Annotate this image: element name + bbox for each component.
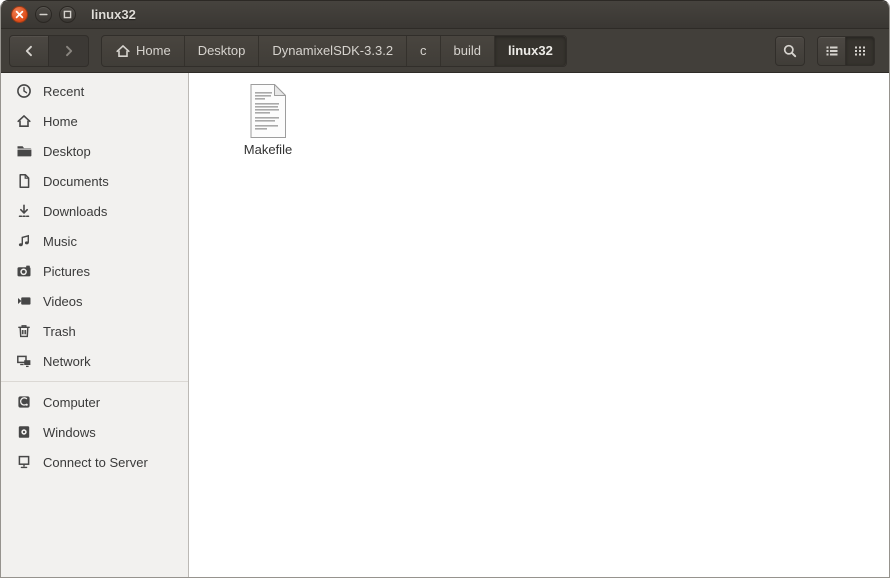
- sidebar-item-network[interactable]: Network: [1, 346, 188, 376]
- sidebar: Recent Home Desktop Documents Downloads Music…: [1, 73, 189, 577]
- window-title: linux32: [91, 7, 136, 22]
- sidebar-item-label: Documents: [43, 174, 109, 189]
- close-button[interactable]: [11, 6, 28, 23]
- trash-icon: [15, 323, 32, 339]
- breadcrumb-item-dynamixelsdk-3.3.2[interactable]: DynamixelSDK-3.3.2: [258, 36, 406, 66]
- sidebar-item-label: Recent: [43, 84, 84, 99]
- sidebar-item-label: Computer: [43, 395, 100, 410]
- home-icon: [115, 43, 131, 59]
- breadcrumb-label: linux32: [508, 43, 553, 58]
- file-label: Makefile: [244, 142, 292, 157]
- sidebar-item-videos[interactable]: Videos: [1, 286, 188, 316]
- breadcrumb-label: Home: [136, 43, 171, 58]
- breadcrumb-item-build[interactable]: build: [440, 36, 494, 66]
- clock-icon: [15, 83, 32, 99]
- sidebar-item-computer[interactable]: Computer: [1, 387, 188, 417]
- camera-icon: [15, 263, 32, 279]
- sidebar-item-pictures[interactable]: Pictures: [1, 256, 188, 286]
- sidebar-separator: [1, 381, 188, 382]
- list-view-icon: [824, 43, 840, 59]
- disk-icon: [15, 424, 32, 440]
- sidebar-item-windows[interactable]: Windows: [1, 417, 188, 447]
- search-icon: [782, 43, 798, 59]
- breadcrumb-item-desktop[interactable]: Desktop: [184, 36, 259, 66]
- breadcrumb-label: build: [454, 43, 481, 58]
- breadcrumb-label: c: [420, 43, 427, 58]
- breadcrumb: Home Desktop DynamixelSDK-3.3.2 c build linux…: [101, 35, 567, 67]
- home-icon: [15, 113, 32, 129]
- download-icon: [15, 203, 32, 219]
- list-view-button[interactable]: [817, 36, 846, 66]
- text-file-icon: [244, 83, 292, 139]
- window-body: Recent Home Desktop Documents Downloads Music…: [1, 73, 889, 577]
- harddisk-icon: [15, 394, 32, 410]
- sidebar-item-downloads[interactable]: Downloads: [1, 196, 188, 226]
- breadcrumb-item-c[interactable]: c: [406, 36, 440, 66]
- sidebar-item-trash[interactable]: Trash: [1, 316, 188, 346]
- network-icon: [15, 353, 32, 369]
- file-view[interactable]: Makefile: [189, 73, 889, 577]
- sidebar-item-home[interactable]: Home: [1, 106, 188, 136]
- file-item-makefile[interactable]: Makefile: [218, 83, 318, 157]
- grid-view-button[interactable]: [846, 36, 875, 66]
- sidebar-item-music[interactable]: Music: [1, 226, 188, 256]
- back-button[interactable]: [9, 35, 49, 67]
- sidebar-item-recent[interactable]: Recent: [1, 76, 188, 106]
- chevron-right-icon: [61, 43, 77, 59]
- server-icon: [15, 454, 32, 470]
- folder-icon: [15, 143, 32, 159]
- sidebar-item-label: Windows: [43, 425, 96, 440]
- maximize-icon: [63, 10, 72, 19]
- breadcrumb-label: DynamixelSDK-3.3.2: [272, 43, 393, 58]
- toolbar: Home Desktop DynamixelSDK-3.3.2 c build linux…: [1, 29, 889, 73]
- sidebar-item-label: Music: [43, 234, 77, 249]
- grid-view-icon: [852, 43, 868, 59]
- sidebar-item-label: Connect to Server: [43, 455, 148, 470]
- sidebar-item-label: Desktop: [43, 144, 91, 159]
- forward-button[interactable]: [49, 35, 89, 67]
- file-manager-window: linux32 Home Desktop DynamixelSDK-3.3.2 c bu…: [0, 0, 890, 578]
- breadcrumb-item-linux32[interactable]: linux32: [494, 36, 566, 66]
- close-icon: [15, 10, 24, 19]
- search-button[interactable]: [775, 36, 805, 66]
- navigation-buttons: [9, 35, 89, 67]
- sidebar-item-documents[interactable]: Documents: [1, 166, 188, 196]
- view-toggle: [817, 36, 875, 66]
- video-icon: [15, 293, 32, 309]
- sidebar-item-label: Downloads: [43, 204, 107, 219]
- sidebar-item-label: Network: [43, 354, 91, 369]
- sidebar-item-label: Videos: [43, 294, 83, 309]
- chevron-left-icon: [21, 43, 37, 59]
- sidebar-item-label: Trash: [43, 324, 76, 339]
- sidebar-item-connect-to-server[interactable]: Connect to Server: [1, 447, 188, 477]
- maximize-button[interactable]: [59, 6, 76, 23]
- sidebar-item-label: Home: [43, 114, 78, 129]
- minimize-button[interactable]: [35, 6, 52, 23]
- breadcrumb-item-home[interactable]: Home: [102, 36, 184, 66]
- music-icon: [15, 233, 32, 249]
- sidebar-item-desktop[interactable]: Desktop: [1, 136, 188, 166]
- breadcrumb-label: Desktop: [198, 43, 246, 58]
- titlebar[interactable]: linux32: [1, 1, 889, 29]
- minimize-icon: [39, 10, 48, 19]
- document-icon: [15, 173, 32, 189]
- sidebar-item-label: Pictures: [43, 264, 90, 279]
